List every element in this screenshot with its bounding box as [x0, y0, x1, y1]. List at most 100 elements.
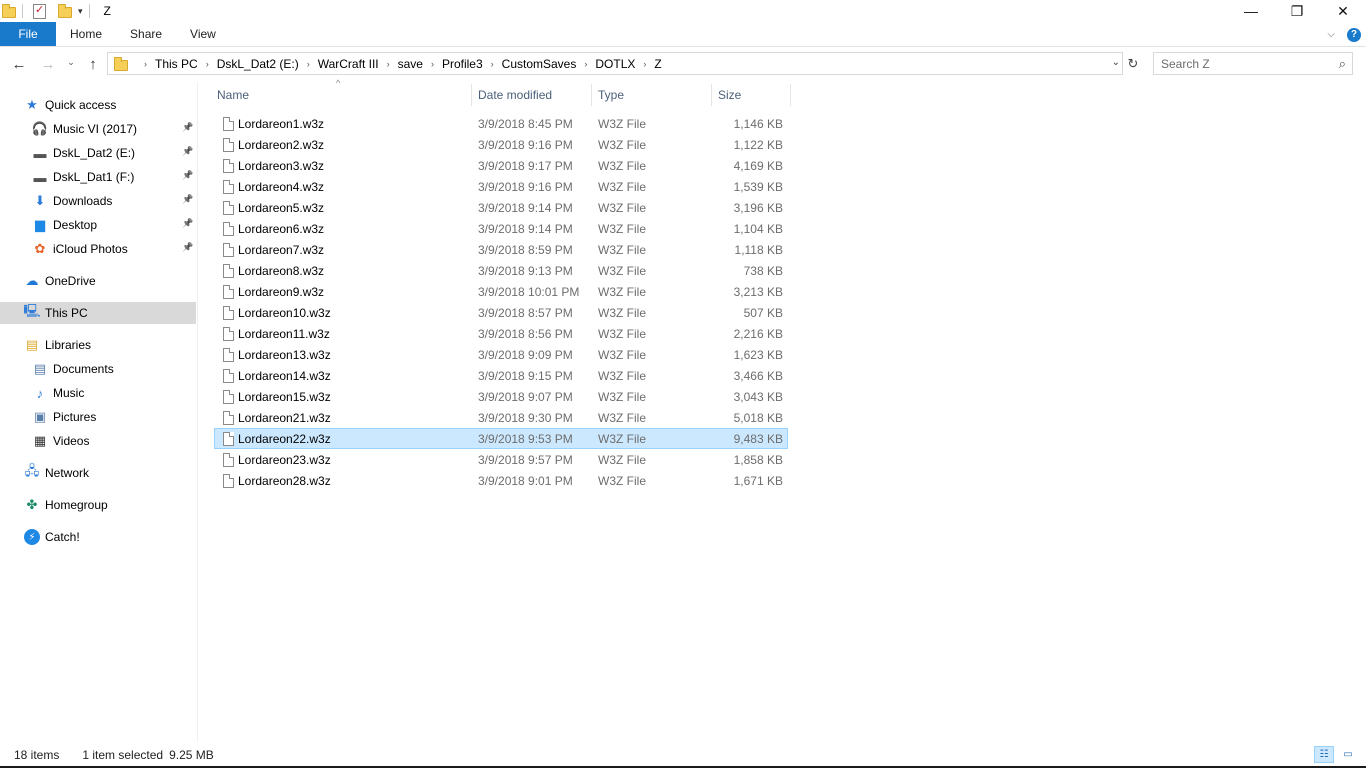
sidebar-item-dskl-dat2-e[interactable]: ▬ DskL_Dat2 (E:) 📌	[0, 142, 196, 164]
file-size: 3,466 KB	[733, 368, 783, 383]
up-button[interactable]: ↑	[82, 53, 104, 75]
sidebar-item-quick-access[interactable]: ★ Quick access	[0, 94, 196, 116]
sidebar-item-homegroup[interactable]: ✤ Homegroup	[0, 494, 196, 516]
breadcrumb-item[interactable]: DOTLX	[595, 57, 635, 71]
new-folder-icon[interactable]	[58, 4, 72, 18]
file-row[interactable]: Lordareon6.w3z 3/9/2018 9:14 PM W3Z File 1,…	[214, 218, 788, 239]
tab-home[interactable]: Home	[56, 22, 116, 46]
file-row[interactable]: Lordareon15.w3z 3/9/2018 9:07 PM W3Z File 3…	[214, 386, 788, 407]
file-date-modified: 3/9/2018 9:09 PM	[478, 347, 573, 362]
sidebar-item-libraries[interactable]: ▤ Libraries	[0, 334, 196, 356]
address-bar[interactable]: › This PC › DskL_Dat2 (E:) › WarCraft III › sav…	[107, 52, 1123, 75]
tab-file[interactable]: File	[0, 22, 56, 46]
sidebar-item-documents[interactable]: ▤ Documents	[0, 358, 196, 380]
file-type: W3Z File	[598, 137, 646, 152]
sidebar-item-label: Downloads	[53, 194, 113, 208]
file-row[interactable]: Lordareon9.w3z 3/9/2018 10:01 PM W3Z File 3…	[214, 281, 788, 302]
breadcrumb-item[interactable]: WarCraft III	[318, 57, 379, 71]
refresh-button[interactable]: ↻	[1124, 52, 1142, 75]
breadcrumb-item[interactable]: Profile3	[442, 57, 483, 71]
pin-icon[interactable]: 📌	[182, 218, 193, 229]
breadcrumb-separator-icon[interactable]: ›	[431, 59, 434, 69]
lightning-icon: ⚡	[24, 529, 40, 545]
sidebar-item-dskl-dat1-f[interactable]: ▬ DskL_Dat1 (F:) 📌	[0, 166, 196, 188]
download-arrow-icon: ⬇	[34, 193, 46, 208]
file-row[interactable]: Lordareon8.w3z 3/9/2018 9:13 PM W3Z File 73…	[214, 260, 788, 281]
search-input[interactable]	[1154, 56, 1324, 71]
breadcrumb-item[interactable]: CustomSaves	[502, 57, 577, 71]
breadcrumb-separator-icon[interactable]: ›	[206, 59, 209, 69]
file-size: 1,146 KB	[733, 116, 783, 131]
close-button[interactable]: ✕	[1320, 0, 1366, 22]
sidebar-item-videos[interactable]: ▦ Videos	[0, 430, 196, 452]
minimize-button[interactable]: —	[1228, 0, 1274, 22]
breadcrumb-item[interactable]: DskL_Dat2 (E:)	[217, 57, 299, 71]
breadcrumb-item[interactable]: This PC	[155, 57, 198, 71]
file-name: Lordareon14.w3z	[238, 368, 331, 383]
breadcrumb-separator-icon[interactable]: ›	[491, 59, 494, 69]
tab-share[interactable]: Share	[116, 22, 176, 46]
details-view-button[interactable]: ☷	[1314, 746, 1334, 763]
breadcrumb-item[interactable]: Z	[654, 57, 661, 71]
sidebar-item-icloud-photos[interactable]: ✿ iCloud Photos 📌	[0, 238, 196, 260]
forward-button[interactable]: →	[37, 53, 59, 75]
sidebar-item-this-pc[interactable]: 🖳 This PC	[0, 302, 196, 324]
file-row[interactable]: Lordareon3.w3z 3/9/2018 9:17 PM W3Z File 4,…	[214, 155, 788, 176]
large-icons-view-button[interactable]: ▭	[1338, 746, 1358, 763]
file-row[interactable]: Lordareon4.w3z 3/9/2018 9:16 PM W3Z File 1,…	[214, 176, 788, 197]
file-row[interactable]: Lordareon5.w3z 3/9/2018 9:14 PM W3Z File 3,…	[214, 197, 788, 218]
file-date-modified: 3/9/2018 9:16 PM	[478, 137, 573, 152]
recent-locations-button[interactable]: ⌄	[63, 51, 79, 73]
breadcrumb-separator-icon[interactable]: ›	[584, 59, 587, 69]
file-row[interactable]: Lordareon22.w3z 3/9/2018 9:53 PM W3Z File 9…	[214, 428, 788, 449]
file-row[interactable]: Lordareon10.w3z 3/9/2018 8:57 PM W3Z File 5…	[214, 302, 788, 323]
magnifier-icon[interactable]: ⌕	[1339, 56, 1346, 72]
breadcrumb-separator-icon[interactable]: ›	[144, 59, 147, 69]
maximize-button[interactable]: ❐	[1274, 0, 1320, 22]
column-header-type[interactable]: Type	[592, 84, 712, 106]
breadcrumb-item[interactable]: save	[398, 57, 423, 71]
sidebar-item-network[interactable]: 🖧 Network	[0, 462, 196, 484]
column-header-size[interactable]: Size	[712, 84, 791, 106]
sidebar-item-music[interactable]: ♪ Music	[0, 382, 196, 404]
file-icon	[223, 348, 234, 362]
pin-icon[interactable]: 📌	[182, 170, 193, 181]
back-button[interactable]: ←	[8, 53, 30, 75]
file-name: Lordareon23.w3z	[238, 452, 331, 467]
sidebar-item-desktop[interactable]: ▆ Desktop 📌	[0, 214, 196, 236]
breadcrumb: › This PC › DskL_Dat2 (E:) › WarCraft III › sav…	[136, 57, 662, 71]
file-row[interactable]: Lordareon1.w3z 3/9/2018 8:45 PM W3Z File 1,…	[214, 113, 788, 134]
pin-icon[interactable]: 📌	[182, 194, 193, 205]
file-row[interactable]: Lordareon21.w3z 3/9/2018 9:30 PM W3Z File 5…	[214, 407, 788, 428]
sidebar-item-onedrive[interactable]: ☁ OneDrive	[0, 270, 196, 292]
breadcrumb-separator-icon[interactable]: ›	[387, 59, 390, 69]
breadcrumb-separator-icon[interactable]: ›	[643, 59, 646, 69]
pin-icon[interactable]: 📌	[182, 242, 193, 253]
column-header-name[interactable]: Name	[211, 84, 472, 106]
file-row[interactable]: Lordareon28.w3z 3/9/2018 9:01 PM W3Z File 1…	[214, 470, 788, 491]
properties-icon[interactable]	[33, 3, 46, 19]
file-row[interactable]: Lordareon23.w3z 3/9/2018 9:57 PM W3Z File 1…	[214, 449, 788, 470]
sidebar-item-catch[interactable]: ⚡ Catch!	[0, 526, 196, 548]
pin-icon[interactable]: 📌	[182, 146, 193, 157]
file-row[interactable]: Lordareon7.w3z 3/9/2018 8:59 PM W3Z File 1,…	[214, 239, 788, 260]
expand-ribbon-icon[interactable]: ⌵	[1327, 29, 1335, 40]
file-row[interactable]: Lordareon13.w3z 3/9/2018 9:09 PM W3Z File 1…	[214, 344, 788, 365]
sort-ascending-icon: ^	[336, 78, 341, 88]
pin-icon[interactable]: 📌	[182, 122, 193, 133]
file-row[interactable]: Lordareon2.w3z 3/9/2018 9:16 PM W3Z File 1,…	[214, 134, 788, 155]
sidebar-item-downloads[interactable]: ⬇ Downloads 📌	[0, 190, 196, 212]
file-size: 1,118 KB	[734, 242, 783, 257]
tab-view[interactable]: View	[176, 22, 230, 46]
breadcrumb-separator-icon[interactable]: ›	[307, 59, 310, 69]
file-row[interactable]: Lordareon14.w3z 3/9/2018 9:15 PM W3Z File 3…	[214, 365, 788, 386]
file-icon	[223, 159, 234, 173]
sidebar-item-pictures[interactable]: ▣ Pictures	[0, 406, 196, 428]
file-row[interactable]: Lordareon11.w3z 3/9/2018 8:56 PM W3Z File 2…	[214, 323, 788, 344]
address-history-dropdown-icon[interactable]: ⌄	[1112, 57, 1120, 68]
help-icon[interactable]: ?	[1347, 27, 1361, 42]
column-header-date-modified[interactable]: Date modified	[472, 84, 592, 106]
file-type: W3Z File	[598, 263, 646, 278]
sidebar-item-music-vi-2017[interactable]: 🎧 Music VI (2017) 📌	[0, 118, 196, 140]
customize-toolbar-dropdown-icon[interactable]: ▾	[78, 6, 83, 17]
